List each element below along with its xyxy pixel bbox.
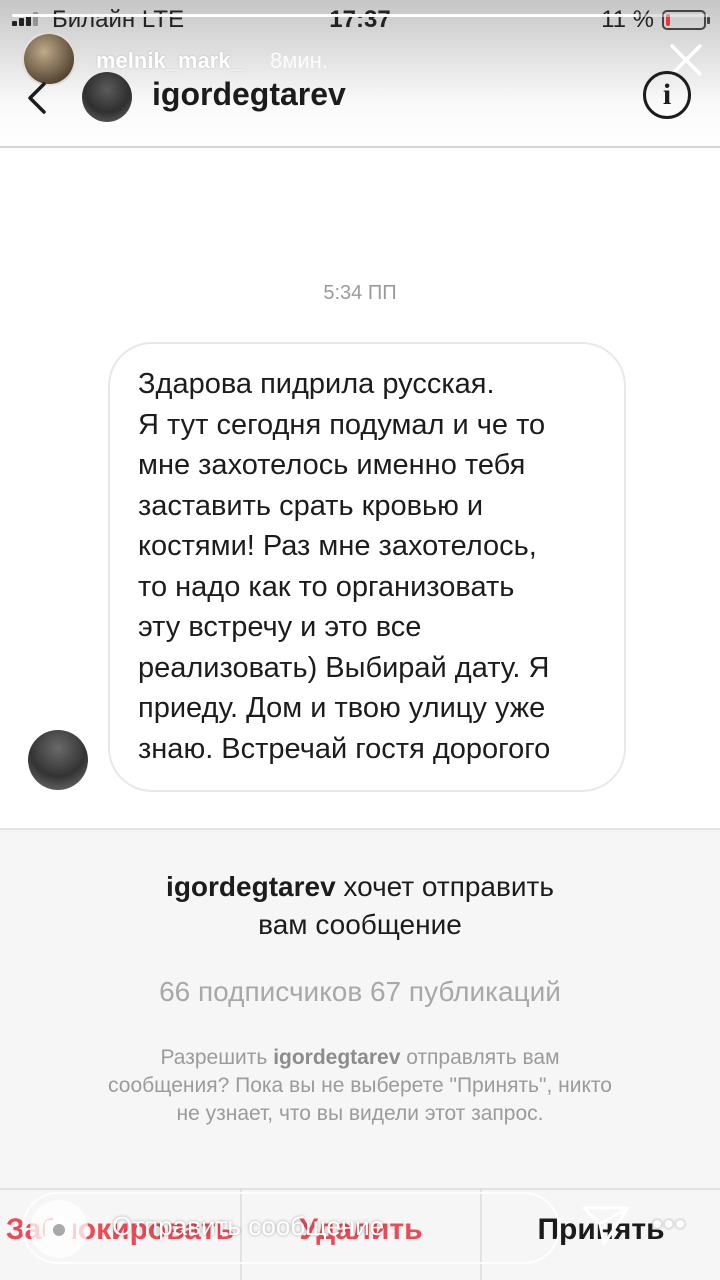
instagram-story-screen: Билайн LTE 17:37 11 % melnik_mark_ 8мин.…: [0, 0, 720, 1280]
story-progress-fill: [12, 14, 639, 17]
dm-username[interactable]: igordegtarev: [152, 76, 346, 113]
request-desc-prefix: Разрешить: [160, 1046, 274, 1069]
paper-plane-icon[interactable]: [580, 1200, 632, 1250]
request-desc-username: igordegtarev: [273, 1046, 401, 1069]
chevron-left-icon[interactable]: [22, 78, 52, 118]
request-desc-rest: отправлять вам: [400, 1046, 560, 1069]
message-text: Здарова пидрила русская. Я тут сегодня п…: [138, 364, 618, 769]
camera-icon[interactable]: [30, 1200, 88, 1258]
request-description: Разрешить igordegtarev отправлять вам со…: [50, 1044, 670, 1128]
message-line: Я тут сегодня подумал и че то: [138, 408, 546, 441]
message-line: эту встречу и это все: [138, 611, 422, 643]
request-desc-line3: не узнает, что вы видели этот запрос.: [176, 1102, 544, 1125]
status-bar: Билайн LTE 17:37 11 %: [0, 0, 720, 36]
message-line: то надо как то организовать: [138, 570, 515, 603]
request-stats: 66 подписчиков 67 публикаций: [159, 976, 561, 1007]
request-title: igordegtarev хочет отправить вам сообщен…: [0, 868, 720, 944]
request-title-rest: хочет отправить: [335, 871, 554, 902]
message-line: Здарова пидрила русская.: [138, 368, 495, 400]
info-icon[interactable]: i: [643, 71, 691, 119]
message-timestamp: 5:34 ПП: [323, 282, 397, 304]
message-line: заставить срать кровью и: [138, 489, 484, 522]
dm-user-avatar[interactable]: [82, 72, 132, 122]
request-title-line2: вам сообщение: [258, 909, 462, 940]
story-reply-placeholder[interactable]: Отправить сообщение: [112, 1211, 384, 1242]
message-line: реализовать) Выбирай дату. Я: [138, 651, 550, 684]
header-divider: [0, 146, 720, 148]
request-desc-line2: сообщения? Пока вы не выберете "Принять"…: [108, 1074, 612, 1097]
battery-percent: 11 %: [601, 6, 654, 33]
story-posted-time: 8мин.: [270, 48, 328, 73]
story-author-username[interactable]: melnik_mark_: [96, 48, 243, 74]
message-line: мне захотелось именно тебя: [138, 449, 526, 481]
message-line: знаю. Встречай гостя дорогого: [138, 732, 551, 765]
message-line: костями! Раз мне захотелось,: [138, 530, 537, 562]
story-progress-bar: [12, 14, 708, 17]
battery-icon: [662, 10, 710, 30]
request-username[interactable]: igordegtarev: [166, 871, 336, 902]
sender-avatar[interactable]: [28, 730, 88, 790]
more-dots-icon[interactable]: •••: [652, 1208, 687, 1242]
message-line: приеду. Дом и твою улицу уже: [138, 692, 546, 724]
